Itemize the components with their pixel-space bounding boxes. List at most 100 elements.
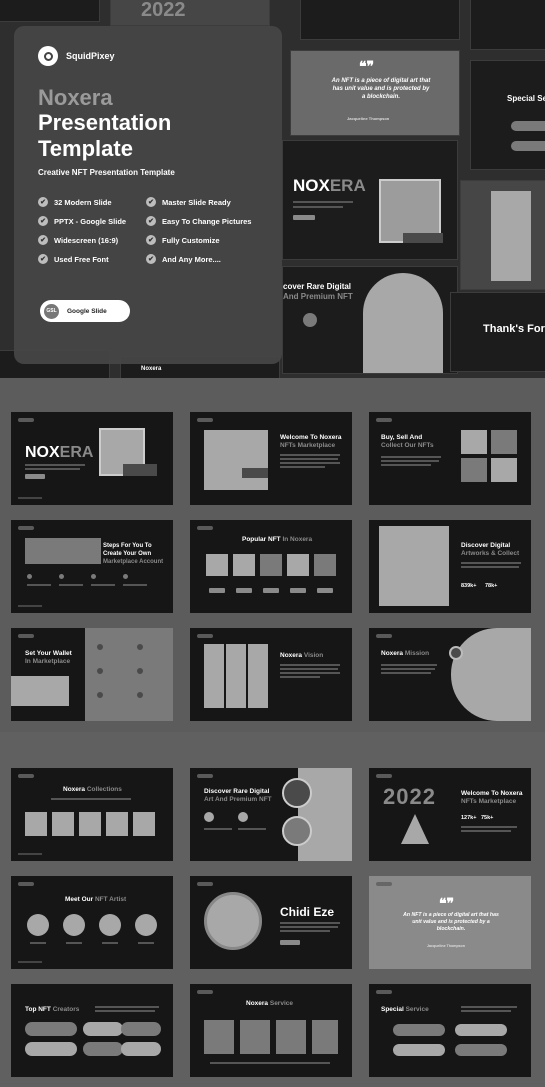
- nft-circle-image: [282, 816, 312, 846]
- text-placeholder: [381, 464, 431, 466]
- slide-subtitle: Art And Premium NFT: [204, 796, 272, 803]
- feature-label: Fully Customize: [162, 235, 220, 245]
- feature-label: Used Free Font: [54, 254, 109, 264]
- text-placeholder: [280, 466, 325, 468]
- service-pill: [455, 1044, 507, 1056]
- slide-title-accent: Mission: [404, 650, 430, 657]
- collection-image: [52, 812, 74, 836]
- slide-artists[interactable]: Meet Our NFT Artist: [11, 876, 173, 969]
- step-dot: [137, 668, 143, 674]
- text-placeholder: [238, 828, 266, 830]
- slide-title-main: Meet Our: [65, 896, 94, 903]
- slide-title: Discover Rare Digital: [204, 788, 270, 795]
- slide-top-creators[interactable]: Top NFT Creators: [11, 984, 173, 1077]
- slide-title-main: Noxera: [381, 650, 404, 657]
- collection-image: [25, 812, 47, 836]
- slide-discover-rare[interactable]: Discover Rare Digital Art And Premium NF…: [190, 768, 352, 861]
- slide-profile[interactable]: Chidi Eze: [190, 876, 352, 969]
- wallet-panel: [85, 628, 173, 721]
- slide-special-service[interactable]: Special Service: [369, 984, 531, 1077]
- slide-title: Set Your Wallet: [25, 650, 72, 657]
- collection-image: [133, 812, 155, 836]
- slide-title: Buy, Sell And: [381, 434, 423, 441]
- slide-wallet[interactable]: Set Your Wallet In Marketplace: [11, 628, 173, 721]
- slide-discover-digital[interactable]: Discover Digital Artworks & Collect 839k…: [369, 520, 531, 613]
- mission-image: [451, 628, 531, 721]
- nft-grid-image: [491, 458, 517, 482]
- feature-item: ✔ Used Free Font: [38, 254, 146, 264]
- service-pill: [455, 1024, 507, 1036]
- bid-button: [209, 588, 225, 593]
- step-dot: [97, 644, 103, 650]
- text-placeholder: [25, 464, 85, 466]
- service-card: [240, 1020, 270, 1054]
- stat-value: 127k+: [461, 815, 477, 821]
- slide-subtitle: Artworks & Collect: [461, 550, 520, 557]
- feature-item: ✔ PPTX - Google Slide: [38, 216, 146, 226]
- bg-cover-title-a: NOX: [293, 176, 330, 195]
- slide-title: Meet Our NFT Artist: [65, 896, 126, 904]
- bg-quote-text: An NFT is a piece of digital art that ha…: [331, 78, 431, 100]
- service-card: [204, 1020, 234, 1054]
- creator-pill: [83, 1042, 123, 1056]
- bg-quote-slide: ❝❞ An NFT is a piece of digital art that…: [290, 50, 460, 136]
- bg-discover-title: cover Rare Digital: [283, 282, 352, 291]
- nft-card-image: [123, 464, 157, 476]
- slide-subtitle: NFTs Marketplace: [461, 798, 517, 805]
- slide-welcome[interactable]: Welcome To Noxera NFTs Marketplace: [190, 412, 352, 505]
- step-dot: [27, 574, 32, 579]
- text-placeholder: [280, 668, 338, 670]
- text-placeholder: [381, 460, 439, 462]
- bg-cover-button: [293, 215, 315, 220]
- feature-item: ✔ 32 Modern Slide: [38, 197, 146, 207]
- google-slides-icon: GSL: [44, 303, 59, 319]
- slide-collections[interactable]: Noxera Collections: [11, 768, 173, 861]
- feature-item: ✔ Master Slide Ready: [146, 197, 266, 207]
- brand-name: SquidPixey: [66, 51, 115, 61]
- bg-thanks-slide: Thank's For: [450, 292, 545, 372]
- slide-title-main: Special: [381, 1006, 404, 1013]
- text-placeholder: [280, 454, 340, 456]
- hero-info-panel: SquidPixey Noxera Presentation Template …: [14, 26, 282, 364]
- slide-cover[interactable]: NOXERA: [11, 412, 173, 505]
- bg-pill-image: [511, 121, 545, 131]
- step-dot: [137, 644, 143, 650]
- check-icon: ✔: [38, 197, 48, 207]
- slide-quote[interactable]: ❝❞ An NFT is a piece of digital art that…: [369, 876, 531, 969]
- slide-subtitle: Marketplace Account: [103, 559, 164, 565]
- feature-item: ✔ And Any More....: [146, 254, 266, 264]
- text-placeholder: [280, 672, 340, 674]
- text-placeholder: [280, 926, 338, 928]
- text-placeholder: [95, 1006, 159, 1008]
- feature-label: Widescreen (16:9): [54, 235, 119, 245]
- nft-banner-image: [25, 538, 101, 564]
- slide-welcome-2022[interactable]: 2022 Welcome To Noxera NFTs Marketplace …: [369, 768, 531, 861]
- google-slide-label: Google Slide: [67, 307, 107, 315]
- slide-vision[interactable]: Noxera Vision: [190, 628, 352, 721]
- slide-title-main: Noxera: [246, 1000, 269, 1007]
- nft-tile-image: [287, 554, 309, 576]
- artist-name: Chidi Eze: [280, 905, 335, 919]
- bg-thanks-title: Thank's For: [483, 323, 545, 335]
- slide-popular[interactable]: Popular NFT In Noxera: [190, 520, 352, 613]
- slide-title-accent: NFT Artist: [94, 896, 127, 903]
- bid-button: [236, 588, 252, 593]
- bg-slide-thumb: [0, 0, 100, 22]
- google-slide-button[interactable]: GSL Google Slide: [40, 300, 130, 322]
- feature-icon-circle: [238, 812, 248, 822]
- check-icon: ✔: [146, 216, 156, 226]
- slide-title: Noxera Service: [246, 1000, 293, 1008]
- quote-icon: ❝❞: [439, 896, 455, 912]
- year-text: 2022: [383, 784, 436, 809]
- bg-discover-sub: And Premium NFT: [283, 292, 353, 301]
- slide-service[interactable]: Noxera Service: [190, 984, 352, 1077]
- slide-button: [280, 940, 300, 945]
- slide-buy-sell[interactable]: Buy, Sell And Collect Our NFTs: [369, 412, 531, 505]
- text-placeholder: [59, 584, 83, 586]
- hero-title-line2: Presentation: [38, 110, 172, 135]
- service-pill: [393, 1024, 445, 1036]
- slide-steps[interactable]: Steps For You To Create Your Own Marketp…: [11, 520, 173, 613]
- feature-item: ✔ Widescreen (16:9): [38, 235, 146, 245]
- slide-mission[interactable]: Noxera Mission: [369, 628, 531, 721]
- bid-button: [290, 588, 306, 593]
